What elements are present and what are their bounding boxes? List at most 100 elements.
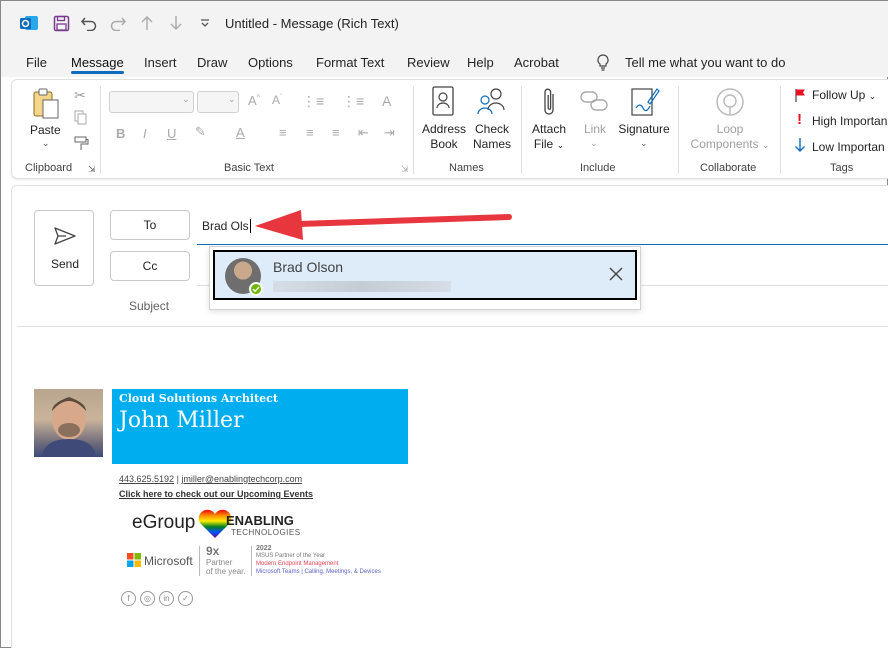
tab-format-text[interactable]: Format Text	[316, 55, 384, 70]
save-icon[interactable]	[51, 13, 71, 33]
underline-icon[interactable]: U	[167, 126, 176, 141]
attach-file-button[interactable]: Attach File ⌄	[527, 122, 571, 153]
decrease-indent-icon[interactable]: ⇤	[358, 125, 369, 141]
cut-icon[interactable]: ✂	[74, 87, 86, 104]
clipboard-launcher-icon[interactable]: ⇲	[88, 164, 96, 175]
loop-components-button[interactable]: Loop Components ⌄	[684, 122, 776, 153]
annotation-arrow	[255, 210, 512, 240]
link-chevron-icon: ⌄	[590, 138, 598, 148]
tell-me-search[interactable]: Tell me what you want to do	[625, 55, 785, 70]
paperclip-icon[interactable]	[542, 86, 558, 121]
high-importance-label[interactable]: High Importan	[812, 114, 887, 128]
customize-toolbar-icon[interactable]	[195, 13, 215, 33]
bold-icon[interactable]: B	[116, 126, 125, 141]
award-line-3: Microsoft Teams | Calling, Meetings, & D…	[256, 569, 381, 575]
paste-label[interactable]: Paste	[30, 123, 61, 137]
tab-draw[interactable]: Draw	[197, 55, 227, 70]
follow-up-button[interactable]: Follow Up ⌄	[812, 88, 876, 102]
check-names-label-2: Names	[472, 137, 511, 151]
paste-icon[interactable]	[32, 88, 60, 123]
close-icon[interactable]	[607, 265, 625, 283]
address-book-icon[interactable]	[431, 86, 455, 119]
outlook-window: Untitled - Message (Rich Text) File Mess…	[0, 0, 888, 648]
title-bar: Untitled - Message (Rich Text)	[1, 1, 888, 47]
arrow-up-icon[interactable]	[137, 13, 157, 33]
tab-message[interactable]: Message	[71, 55, 124, 70]
align-center-icon[interactable]: ≡	[306, 125, 314, 140]
tab-acrobat[interactable]: Acrobat	[514, 55, 559, 70]
font-chevron-icon: ⌄	[182, 94, 190, 104]
send-icon	[54, 227, 76, 248]
align-right-icon[interactable]: ≡	[332, 125, 340, 140]
format-painter-icon[interactable]	[74, 136, 89, 154]
tab-insert[interactable]: Insert	[144, 55, 177, 70]
tab-review[interactable]: Review	[407, 55, 450, 70]
ribbon: Paste ⌄ ✂ Clipboard ⇲ ⌄ ⌄ A^ Aˇ ⋮≡ ⋮≡ A …	[11, 79, 888, 179]
check-names-icon[interactable]	[476, 86, 508, 119]
signature-name: John Miller	[119, 408, 244, 433]
suggestion-item[interactable]: Brad Olson	[213, 250, 637, 300]
subject-field[interactable]	[17, 326, 888, 327]
link-icon[interactable]	[579, 90, 609, 115]
tab-options[interactable]: Options	[248, 55, 293, 70]
signature-email[interactable]: jmiller@enablingtechcorp.com	[181, 474, 302, 484]
nine-x-text: 9x	[206, 544, 220, 558]
loop-icon[interactable]	[715, 87, 745, 120]
address-book-label-1: Address	[422, 122, 467, 136]
numbering-icon[interactable]: ⋮≡	[342, 93, 364, 110]
increase-indent-icon[interactable]: ⇥	[384, 125, 395, 141]
flag-icon[interactable]	[794, 88, 807, 106]
instagram-icon[interactable]: ◎	[140, 591, 155, 606]
microsoft-logo-icon	[127, 553, 141, 567]
enabling-logo-text: ENABLING	[226, 513, 294, 528]
tab-file[interactable]: File	[26, 55, 47, 70]
signature-phone[interactable]: 443.625.5192	[119, 474, 174, 484]
basic-text-launcher-icon[interactable]: ⇲	[401, 164, 409, 175]
link-label[interactable]: Link	[582, 122, 608, 136]
redo-icon[interactable]	[108, 13, 128, 33]
styles-icon[interactable]: A	[382, 93, 391, 109]
separator	[413, 86, 414, 174]
check-names-button[interactable]: Check Names	[470, 122, 514, 152]
arrow-down-icon[interactable]	[166, 13, 186, 33]
attach-label-2: File ⌄	[527, 137, 571, 153]
follow-up-label: Follow Up	[812, 88, 866, 102]
paste-chevron-icon[interactable]: ⌄	[42, 138, 50, 149]
to-field-underline	[197, 244, 888, 245]
to-button[interactable]: To	[110, 210, 190, 240]
linkedin-icon[interactable]: in	[159, 591, 174, 606]
copy-icon[interactable]	[74, 110, 87, 128]
highlight-icon[interactable]: ✎	[195, 124, 206, 140]
divider	[251, 546, 252, 576]
send-button[interactable]: Send	[34, 210, 94, 286]
tab-help[interactable]: Help	[467, 55, 494, 70]
twitter-icon[interactable]: ✓	[178, 591, 193, 606]
font-color-icon[interactable]: A	[236, 125, 245, 140]
low-importance-label[interactable]: Low Importan	[812, 140, 885, 154]
facebook-icon[interactable]: f	[121, 591, 136, 606]
undo-icon[interactable]	[79, 13, 99, 33]
signature-icon[interactable]	[630, 86, 660, 121]
signature-events-link[interactable]: Click here to check out our Upcoming Eve…	[119, 489, 313, 499]
loop-label-1: Loop	[716, 122, 744, 136]
check-names-label-1: Check	[474, 122, 509, 136]
shrink-font-icon[interactable]: Aˇ	[272, 93, 282, 107]
to-field-value: Brad Ols	[202, 219, 249, 233]
to-field[interactable]: Brad Ols​	[202, 219, 251, 233]
send-label: Send	[50, 257, 80, 271]
italic-icon[interactable]: I	[143, 126, 147, 141]
loop-chevron-icon: ⌄	[761, 140, 770, 150]
bullets-icon[interactable]: ⋮≡	[302, 93, 324, 110]
cc-button[interactable]: Cc	[110, 251, 190, 281]
low-importance-icon[interactable]	[794, 137, 806, 156]
tags-group-label: Tags	[830, 162, 854, 174]
grow-font-icon[interactable]: A^	[248, 93, 260, 108]
separator	[521, 86, 522, 174]
align-left-icon[interactable]: ≡	[279, 125, 287, 140]
address-book-button[interactable]: Address Book	[422, 122, 466, 152]
loop-label-2-text: Components	[690, 137, 759, 151]
high-importance-icon[interactable]: !	[797, 111, 802, 128]
presence-available-icon	[249, 282, 263, 296]
signature-label[interactable]: Signature	[616, 122, 672, 136]
lightbulb-icon	[597, 54, 609, 74]
